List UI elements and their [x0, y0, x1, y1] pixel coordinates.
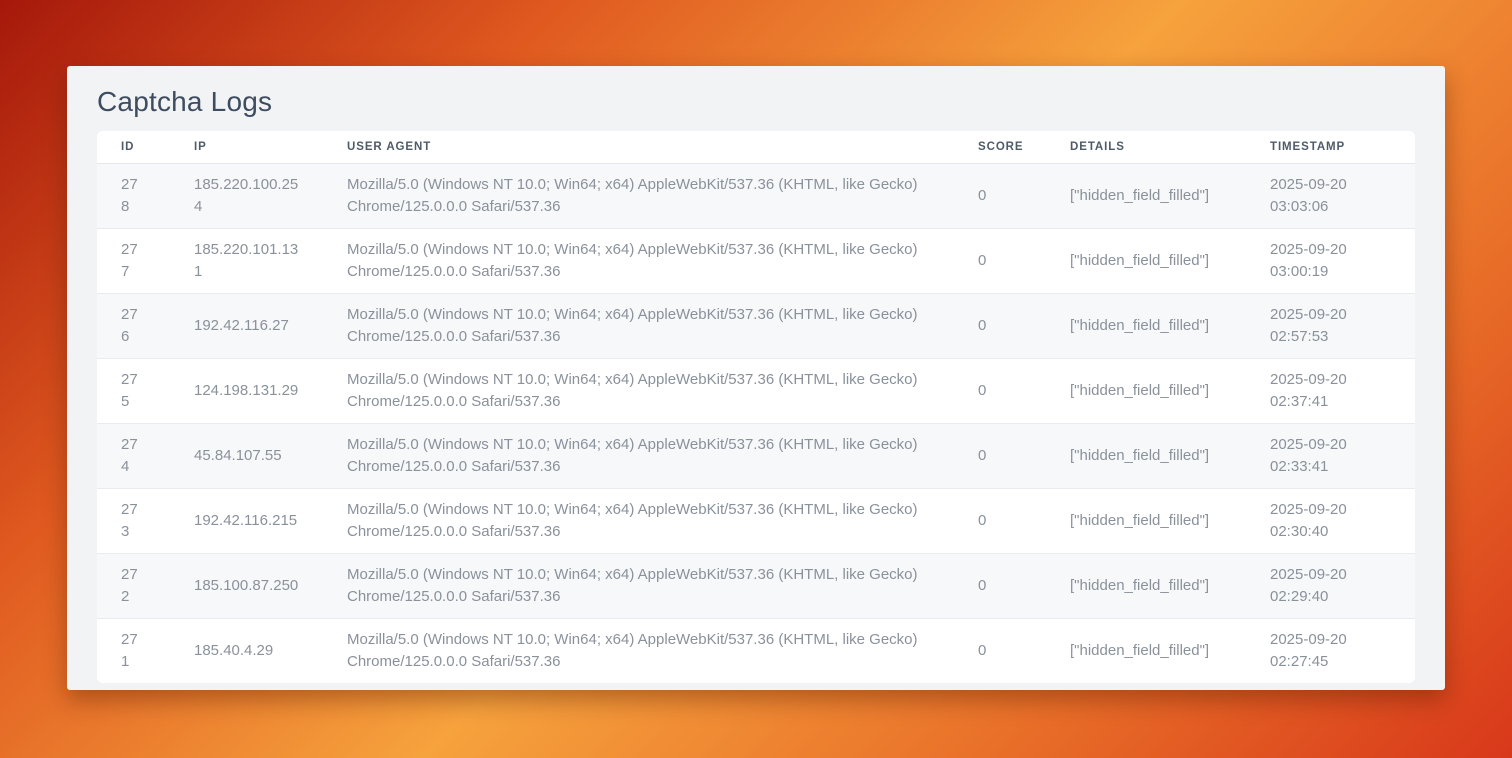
cell-id: 272: [97, 554, 170, 619]
cell-ip: 45.84.107.55: [170, 424, 323, 489]
cell-ip: 185.220.100.254: [170, 164, 323, 229]
cell-details: ["hidden_field_filled"]: [1046, 619, 1246, 684]
cell-user-agent: Mozilla/5.0 (Windows NT 10.0; Win64; x64…: [323, 554, 954, 619]
table-row: 275 124.198.131.29 Mozilla/5.0 (Windows …: [97, 359, 1415, 424]
column-header-details: DETAILS: [1046, 131, 1246, 164]
cell-details: ["hidden_field_filled"]: [1046, 359, 1246, 424]
table-row: 271 185.40.4.29 Mozilla/5.0 (Windows NT …: [97, 619, 1415, 684]
cell-timestamp: 2025-09-20 02:29:40: [1246, 554, 1415, 619]
cell-details: ["hidden_field_filled"]: [1046, 489, 1246, 554]
cell-user-agent: Mozilla/5.0 (Windows NT 10.0; Win64; x64…: [323, 489, 954, 554]
cell-timestamp: 2025-09-20 02:57:53: [1246, 294, 1415, 359]
cell-ip: 185.100.87.250: [170, 554, 323, 619]
cell-user-agent: Mozilla/5.0 (Windows NT 10.0; Win64; x64…: [323, 294, 954, 359]
cell-timestamp: 2025-09-20 02:30:40: [1246, 489, 1415, 554]
cell-id: 273: [97, 489, 170, 554]
column-header-timestamp: TIMESTAMP: [1246, 131, 1415, 164]
cell-score: 0: [954, 294, 1046, 359]
table-row: 272 185.100.87.250 Mozilla/5.0 (Windows …: [97, 554, 1415, 619]
column-header-user-agent: USER AGENT: [323, 131, 954, 164]
table-body: 278 185.220.100.254 Mozilla/5.0 (Windows…: [97, 164, 1415, 684]
cell-details: ["hidden_field_filled"]: [1046, 294, 1246, 359]
cell-user-agent: Mozilla/5.0 (Windows NT 10.0; Win64; x64…: [323, 619, 954, 684]
cell-id: 277: [97, 229, 170, 294]
cell-score: 0: [954, 164, 1046, 229]
cell-details: ["hidden_field_filled"]: [1046, 424, 1246, 489]
cell-id: 275: [97, 359, 170, 424]
column-header-id: ID: [97, 131, 170, 164]
cell-score: 0: [954, 554, 1046, 619]
cell-timestamp: 2025-09-20 02:33:41: [1246, 424, 1415, 489]
column-header-ip: IP: [170, 131, 323, 164]
cell-ip: 192.42.116.215: [170, 489, 323, 554]
cell-timestamp: 2025-09-20 02:37:41: [1246, 359, 1415, 424]
captcha-logs-table-container: ID IP USER AGENT SCORE DETAILS TIMESTAMP…: [97, 131, 1415, 683]
table-header-row: ID IP USER AGENT SCORE DETAILS TIMESTAMP: [97, 131, 1415, 164]
cell-timestamp: 2025-09-20 02:27:45: [1246, 619, 1415, 684]
cell-user-agent: Mozilla/5.0 (Windows NT 10.0; Win64; x64…: [323, 359, 954, 424]
cell-score: 0: [954, 489, 1046, 554]
cell-ip: 185.220.101.131: [170, 229, 323, 294]
cell-ip: 185.40.4.29: [170, 619, 323, 684]
cell-id: 276: [97, 294, 170, 359]
page-title: Captcha Logs: [97, 82, 1415, 121]
cell-user-agent: Mozilla/5.0 (Windows NT 10.0; Win64; x64…: [323, 229, 954, 294]
cell-timestamp: 2025-09-20 03:00:19: [1246, 229, 1415, 294]
column-header-score: SCORE: [954, 131, 1046, 164]
cell-score: 0: [954, 229, 1046, 294]
cell-timestamp: 2025-09-20 03:03:06: [1246, 164, 1415, 229]
captcha-logs-card: Captcha Logs ID IP USER AGENT SCORE DETA…: [67, 66, 1445, 690]
cell-user-agent: Mozilla/5.0 (Windows NT 10.0; Win64; x64…: [323, 164, 954, 229]
cell-user-agent: Mozilla/5.0 (Windows NT 10.0; Win64; x64…: [323, 424, 954, 489]
table-row: 273 192.42.116.215 Mozilla/5.0 (Windows …: [97, 489, 1415, 554]
cell-details: ["hidden_field_filled"]: [1046, 229, 1246, 294]
cell-score: 0: [954, 424, 1046, 489]
cell-id: 278: [97, 164, 170, 229]
cell-ip: 192.42.116.27: [170, 294, 323, 359]
cell-score: 0: [954, 359, 1046, 424]
table-row: 278 185.220.100.254 Mozilla/5.0 (Windows…: [97, 164, 1415, 229]
cell-details: ["hidden_field_filled"]: [1046, 164, 1246, 229]
cell-score: 0: [954, 619, 1046, 684]
cell-id: 271: [97, 619, 170, 684]
cell-ip: 124.198.131.29: [170, 359, 323, 424]
captcha-logs-table: ID IP USER AGENT SCORE DETAILS TIMESTAMP…: [97, 131, 1415, 683]
cell-details: ["hidden_field_filled"]: [1046, 554, 1246, 619]
cell-id: 274: [97, 424, 170, 489]
table-row: 274 45.84.107.55 Mozilla/5.0 (Windows NT…: [97, 424, 1415, 489]
table-row: 276 192.42.116.27 Mozilla/5.0 (Windows N…: [97, 294, 1415, 359]
table-row: 277 185.220.101.131 Mozilla/5.0 (Windows…: [97, 229, 1415, 294]
